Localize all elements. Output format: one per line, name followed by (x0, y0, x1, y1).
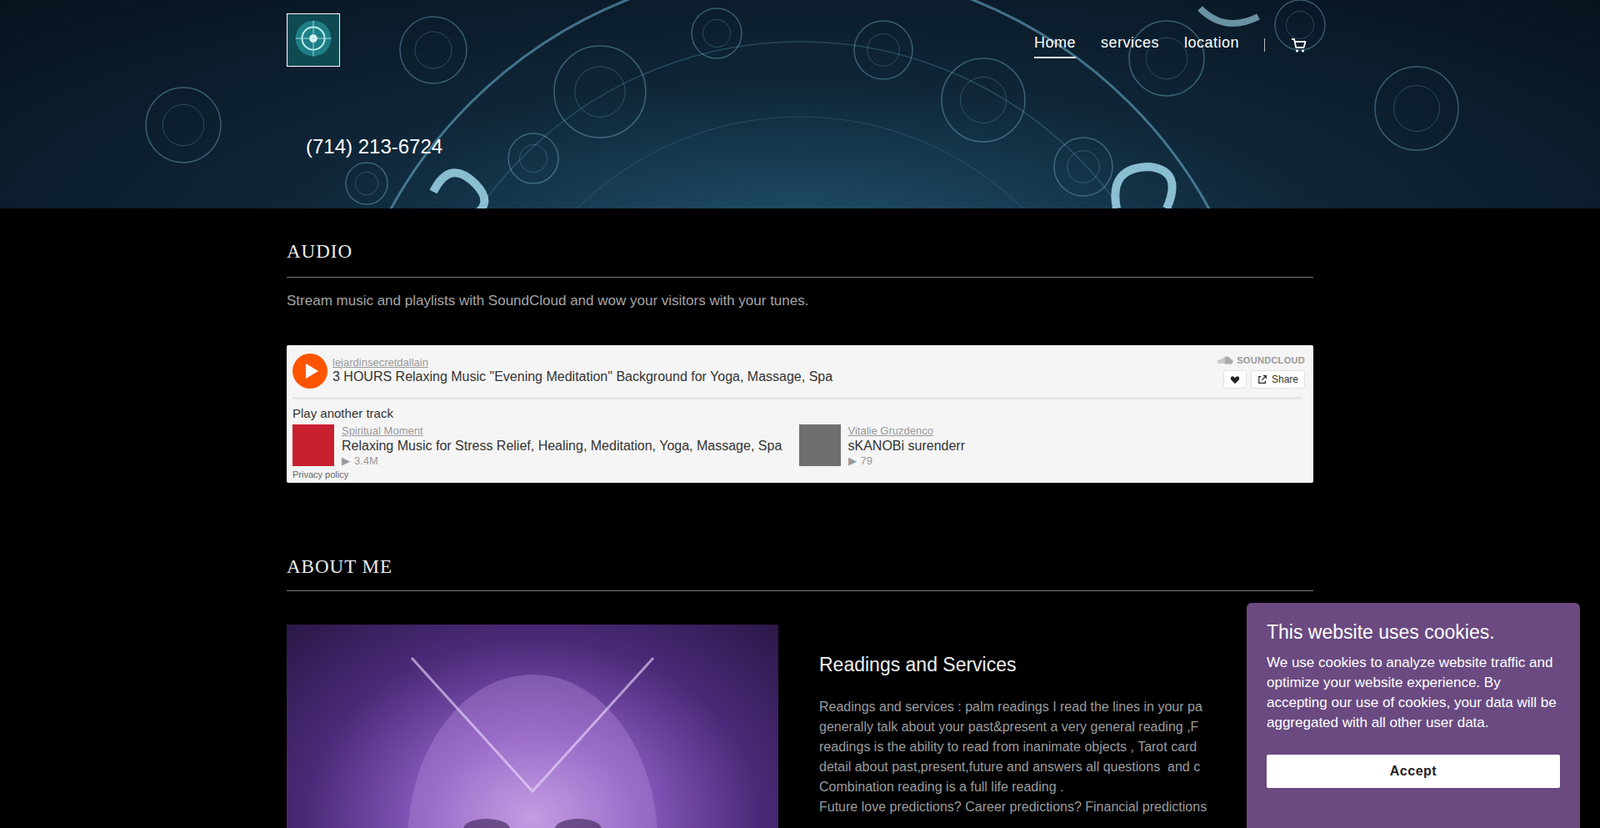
services-line: detail about past,present,future and ans… (819, 756, 1314, 777)
track-thumbnail (799, 424, 841, 466)
zodiac-background-icon (0, 0, 1600, 209)
heart-icon (1230, 375, 1240, 385)
soundcloud-player: lejardinsecretdallain3 HOURS Relaxing Mu… (286, 345, 1314, 484)
track-info: Spiritual MomentRelaxing Music for Stres… (341, 424, 782, 469)
nav-link[interactable]: services (1100, 31, 1160, 59)
hero-header: Home services location (714) 213-6724 (0, 0, 1600, 209)
nav-link[interactable]: location (1184, 31, 1240, 59)
track-user[interactable]: lejardinsecretdallain (332, 355, 1213, 370)
play-count-icon: ▶ (848, 454, 857, 469)
soundcloud-icon (1217, 355, 1234, 365)
main-content: AUDIO Stream music and playlists with Sou… (286, 240, 1314, 828)
brand-label: SOUNDCLOUD (1236, 353, 1305, 368)
play-count: 79 (860, 454, 873, 469)
accept-button[interactable]: Accept (1266, 754, 1560, 788)
play-icon (292, 353, 328, 389)
share-button[interactable]: Share (1250, 370, 1305, 389)
player-header: lejardinsecretdallain3 HOURS Relaxing Mu… (292, 353, 1305, 390)
privacy-link[interactable]: Privacy policy (292, 469, 1305, 480)
audio-description: Stream music and playlists with SoundClo… (286, 290, 1314, 311)
cart-link[interactable] (1290, 36, 1307, 54)
about-photo (286, 624, 779, 828)
hero-content: Home services location (714) 213-6724 (286, 0, 1314, 160)
play-count-icon: ▶ (341, 454, 350, 469)
track-meta: lejardinsecretdallain3 HOURS Relaxing Mu… (332, 355, 1213, 386)
track-item-user[interactable]: Spiritual Moment (341, 424, 782, 438)
progress-track[interactable] (292, 396, 1302, 400)
about-row: Readings and Services Readings and servic… (286, 624, 1314, 828)
track-plays: ▶79 (848, 454, 966, 469)
track-item-title[interactable]: sKANOBi surenderr (848, 437, 966, 455)
track-title[interactable]: 3 HOURS Relaxing Music "Evening Meditati… (332, 368, 1213, 386)
services-line: Combination reading is a full life readi… (819, 776, 1314, 797)
soundcloud-brand: SOUNDCLOUD (1217, 353, 1305, 368)
phone-number[interactable]: (714) 213-6724 (286, 135, 1314, 160)
share-icon (1257, 374, 1268, 385)
about-heading: ABOUT ME (286, 555, 1314, 591)
track-item[interactable]: Spiritual MomentRelaxing Music for Stres… (292, 424, 800, 469)
services-line: readings is the ability to read from ina… (819, 736, 1314, 757)
services-heading: Readings and Services (819, 653, 1314, 677)
services-line: Future love predictions? Career predicti… (819, 796, 1314, 817)
player-actions: SOUNDCLOUD Share (1217, 353, 1305, 390)
mandala-logo-icon (287, 14, 340, 66)
about-text: Readings and Services Readings and servic… (819, 624, 1314, 828)
cart-icon (1290, 36, 1307, 54)
cookie-banner: This website uses cookies. We use cookies… (1246, 602, 1580, 828)
audio-heading: AUDIO (286, 240, 1314, 278)
more-tracks-title: Play another track (292, 405, 1305, 421)
share-label: Share (1271, 372, 1299, 386)
track-plays: ▶ 3.4M (341, 454, 782, 469)
player-buttons: Share (1223, 370, 1305, 389)
track-thumbnail (292, 424, 335, 466)
nav-divider (1264, 38, 1265, 52)
track-item[interactable]: Vitalie GruzdencosKANOBi surenderr▶79 (799, 424, 1306, 469)
mystic-figure-icon (286, 624, 779, 828)
cookie-title: This website uses cookies. (1266, 620, 1560, 645)
logo[interactable] (286, 13, 340, 67)
nav-link[interactable]: Home (1034, 31, 1076, 59)
top-bar: Home services location (286, 0, 1314, 67)
play-button[interactable] (292, 353, 328, 389)
like-button[interactable] (1223, 370, 1247, 389)
track-item-user[interactable]: Vitalie Gruzdenco (848, 424, 966, 438)
more-tracks-list: Spiritual MomentRelaxing Music for Stres… (292, 424, 1305, 469)
services-line: generally talk about your past&present a… (819, 716, 1314, 737)
play-count: 3.4M (354, 454, 379, 469)
main-nav: Home services location (1034, 31, 1314, 59)
services-line: Readings and services : palm readings I … (819, 696, 1314, 717)
track-item-title[interactable]: Relaxing Music for Stress Relief, Healin… (341, 437, 782, 455)
services-text: Readings and services : palm readings I … (819, 696, 1314, 817)
track-info: Vitalie GruzdencosKANOBi surenderr▶79 (848, 424, 966, 469)
cookie-text: We use cookies to analyze website traffi… (1266, 652, 1560, 733)
